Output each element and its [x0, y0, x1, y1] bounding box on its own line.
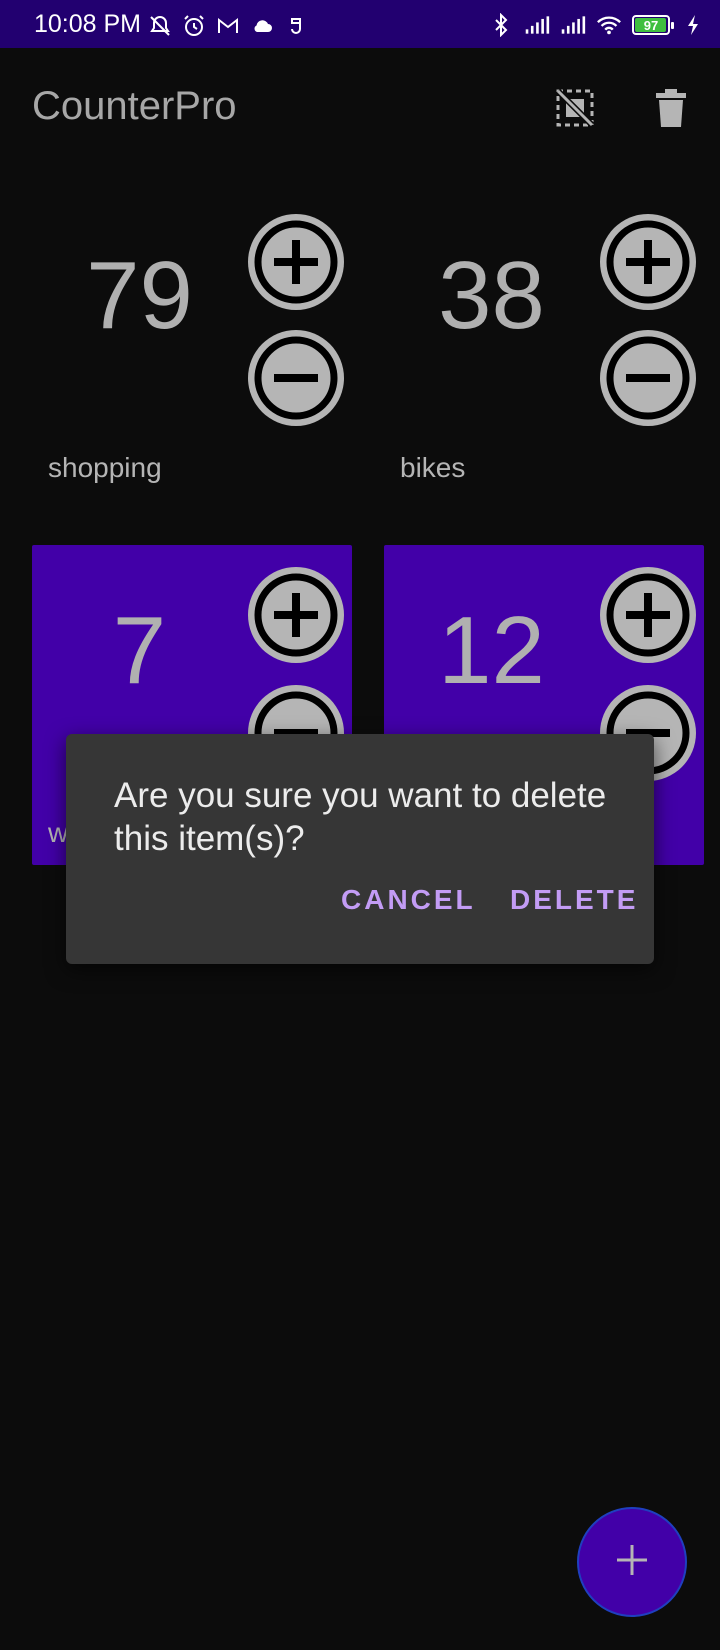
counter-name: bikes [400, 452, 466, 483]
wifi-icon [596, 12, 622, 38]
minus-circle-icon [248, 330, 344, 426]
battery-level: 97 [643, 17, 659, 33]
bell-off-icon [147, 13, 173, 39]
deselect-button[interactable] [547, 82, 603, 138]
status-bar: 10:08 PM 97 [0, 0, 720, 48]
cloud-icon [249, 13, 275, 39]
signal-icon [524, 12, 550, 38]
trash-icon [654, 88, 688, 133]
deselect-icon [554, 87, 596, 134]
counter-card-bikes[interactable]: 38 bikes [384, 190, 704, 510]
plus-icon [615, 1543, 649, 1582]
decrement-button[interactable] [600, 330, 696, 426]
increment-button[interactable] [600, 214, 696, 310]
app-bar: CounterPro [0, 48, 720, 168]
counter-value: 12 [438, 597, 545, 704]
increment-button[interactable] [248, 214, 344, 310]
delete-button[interactable]: DELETE [510, 884, 638, 916]
cancel-button[interactable]: CANCEL [341, 884, 476, 916]
battery-icon: 97 [632, 15, 674, 35]
status-notification-icons [147, 13, 309, 39]
charging-icon [680, 12, 706, 38]
gmail-icon [215, 13, 241, 39]
plus-circle-icon [600, 567, 696, 663]
delete-confirmation-dialog: Are you sure you want to delete this ite… [66, 734, 654, 964]
increment-button[interactable] [600, 567, 696, 663]
app-title: CounterPro [32, 84, 237, 128]
signal-icon [560, 12, 586, 38]
decrement-button[interactable] [248, 330, 344, 426]
status-system-icons: 97 [488, 12, 706, 38]
add-counter-button[interactable] [577, 1507, 687, 1617]
delete-toolbar-button[interactable] [643, 82, 699, 138]
app-notification-icon [283, 13, 309, 39]
dialog-message: Are you sure you want to delete this ite… [114, 776, 607, 858]
counter-card-shopping[interactable]: 79 shopping [32, 190, 352, 510]
status-time: 10:08 PM [34, 10, 142, 38]
counter-name: shopping [48, 452, 162, 483]
bluetooth-icon [488, 12, 514, 38]
counter-value: 38 [438, 242, 545, 349]
plus-circle-icon [600, 214, 696, 310]
alarm-icon [181, 13, 207, 39]
counter-value: 79 [86, 242, 193, 349]
increment-button[interactable] [248, 567, 344, 663]
counter-value: 7 [112, 597, 167, 704]
plus-circle-icon [248, 567, 344, 663]
plus-circle-icon [248, 214, 344, 310]
minus-circle-icon [600, 330, 696, 426]
